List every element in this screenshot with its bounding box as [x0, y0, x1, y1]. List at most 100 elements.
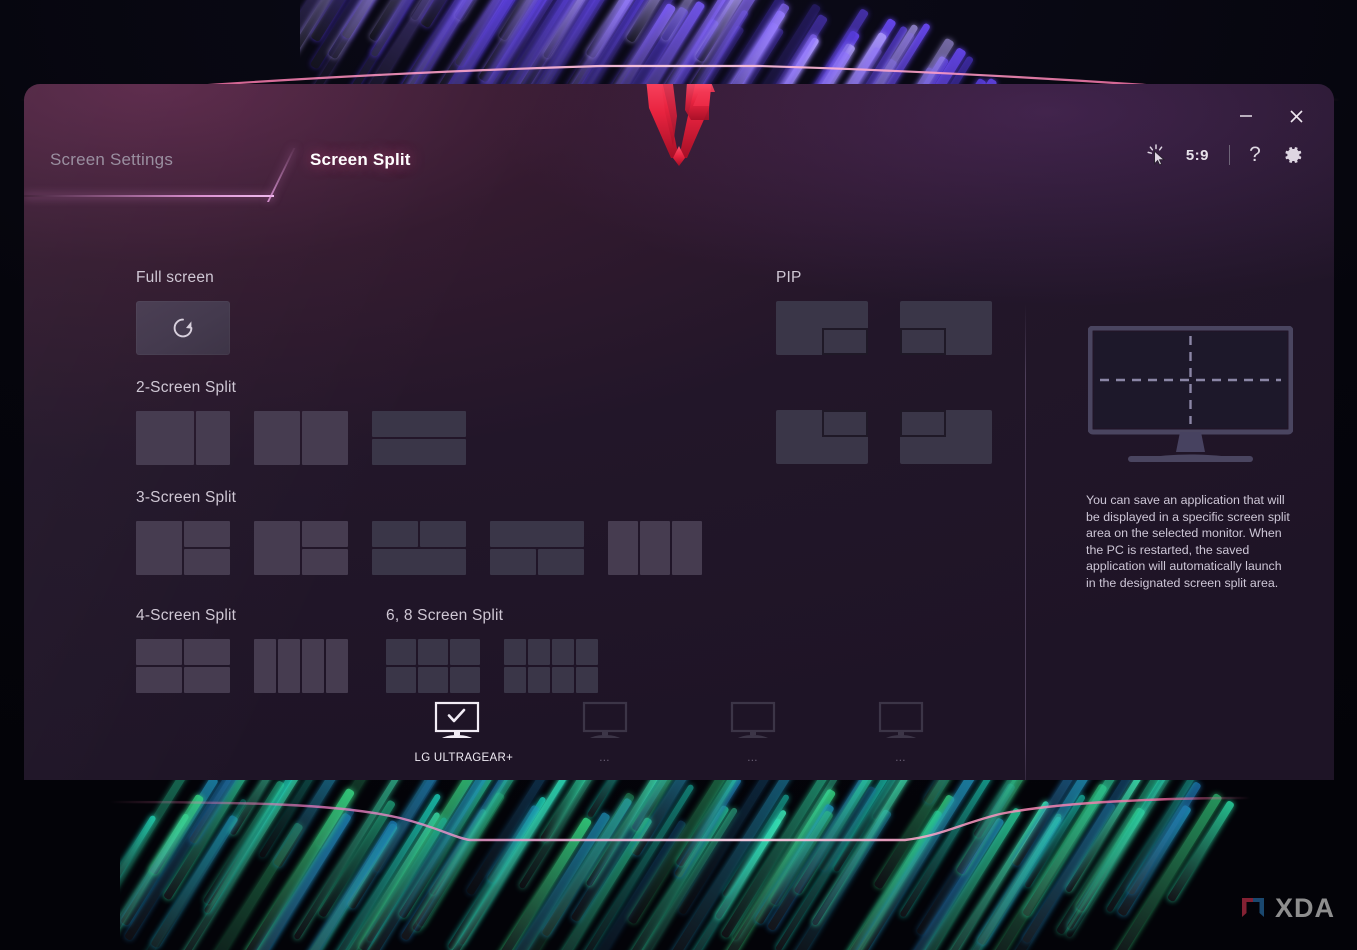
split-cell	[136, 521, 182, 575]
header-tools: 5:9 ?	[1138, 138, 1312, 172]
pip-inset	[822, 328, 868, 355]
split-cell	[552, 667, 574, 693]
split-option-6-grid[interactable]	[386, 639, 480, 693]
split-cell	[196, 411, 230, 465]
monitor-icon	[730, 701, 775, 738]
split-option-3-right-stacked[interactable]	[254, 521, 348, 575]
tools-divider	[1229, 145, 1230, 165]
pip-inset	[900, 328, 946, 355]
three-screen-split-label: 3-Screen Split	[136, 489, 237, 506]
split-cell	[608, 521, 638, 575]
right-info-panel: You can save an application that will be…	[1086, 325, 1318, 592]
split-cell	[254, 411, 300, 465]
split-cell	[504, 667, 526, 693]
lg-ultragear-logo	[615, 84, 743, 166]
close-button[interactable]	[1281, 101, 1311, 131]
split-cell	[386, 667, 416, 693]
split-option-3-columns[interactable]	[608, 521, 702, 575]
pip-inset	[900, 410, 946, 437]
pip-inset	[822, 410, 868, 437]
tab-screen-settings[interactable]: Screen Settings	[50, 150, 173, 170]
split-cell	[490, 549, 536, 575]
split-cell	[672, 521, 702, 575]
split-option-2-vertical-50-50[interactable]	[254, 411, 348, 465]
pip-option-bottom-right[interactable]	[776, 301, 868, 355]
monitor-selector-item-3[interactable]: ...	[859, 701, 943, 764]
settings-button[interactable]	[1274, 138, 1312, 172]
xda-wordmark: XDA	[1274, 893, 1335, 923]
split-cell	[254, 639, 276, 693]
monitor-selector-label: ...	[599, 752, 610, 764]
monitor-selector-item-1[interactable]: ...	[563, 701, 647, 764]
split-option-3-bottom-halves[interactable]	[490, 521, 584, 575]
wallpaper-streaks-bottom	[120, 760, 1260, 950]
full-screen-label: Full screen	[136, 269, 215, 286]
split-option-4-columns[interactable]	[254, 639, 348, 693]
app-screenshot: Screen Settings Screen Split 5:9 ? Full …	[0, 0, 1357, 950]
xda-bracket-icon	[1241, 897, 1264, 917]
split-cell	[576, 667, 598, 693]
split-cell	[136, 667, 182, 693]
tab-screen-split[interactable]: Screen Split	[310, 150, 411, 170]
split-cell	[528, 639, 550, 665]
four-screen-split-label: 4-Screen Split	[136, 607, 237, 624]
pip-label: PIP	[776, 269, 802, 286]
full-screen-restore-button[interactable]	[136, 301, 230, 355]
section-full-screen: Full screen	[136, 269, 230, 355]
gear-icon	[1285, 147, 1302, 163]
monitor-icon	[582, 701, 627, 738]
split-cell	[420, 521, 466, 547]
monitor-split-preview	[1087, 325, 1294, 466]
split-cell	[576, 639, 598, 665]
restore-refresh-icon	[173, 318, 193, 338]
pip-option-top-right[interactable]	[776, 410, 868, 464]
split-option-2-horizontal[interactable]	[372, 411, 466, 465]
split-cell	[302, 639, 324, 693]
split-cell	[372, 411, 466, 437]
split-cell	[386, 639, 416, 665]
section-2-screen-split: 2-Screen Split	[136, 379, 466, 465]
split-cell	[372, 439, 466, 465]
monitor-selector-item-0[interactable]: LG ULTRAGEAR+	[414, 701, 514, 764]
split-option-8-grid[interactable]	[504, 639, 598, 693]
split-option-4-grid[interactable]	[136, 639, 230, 693]
tab-underline-diagonal	[267, 148, 296, 202]
pip-option-bottom-left[interactable]	[900, 301, 992, 355]
split-cell	[418, 667, 448, 693]
split-cell	[278, 639, 300, 693]
split-cell	[418, 639, 448, 665]
close-icon	[1289, 109, 1303, 123]
split-cell	[184, 667, 230, 693]
help-button[interactable]: ?	[1236, 138, 1274, 172]
monitor-selector-label: LG ULTRAGEAR+	[414, 752, 514, 764]
tab-screen-settings-label: Screen Settings	[50, 150, 174, 169]
split-cell	[326, 639, 348, 693]
split-cell	[552, 639, 574, 665]
split-cell	[136, 639, 182, 665]
split-cell	[490, 521, 584, 547]
split-option-3-top-halves[interactable]	[372, 521, 466, 575]
split-cell	[184, 639, 230, 665]
section-pip: PIP	[776, 269, 992, 464]
split-option-3-left-stacked[interactable]	[136, 521, 230, 575]
minimize-icon	[1240, 115, 1252, 117]
split-cell	[372, 521, 418, 547]
pip-option-top-left[interactable]	[900, 410, 992, 464]
cursor-click-icon[interactable]	[1138, 138, 1176, 172]
monitor-selector-item-2[interactable]: ...	[711, 701, 795, 764]
section-6-8-screen-split: 6, 8 Screen Split	[386, 607, 598, 693]
split-cell	[538, 549, 584, 575]
minimize-button[interactable]	[1231, 101, 1261, 131]
split-cell	[450, 639, 480, 665]
split-cell	[302, 549, 348, 575]
monitor-selector-label: ...	[895, 752, 906, 764]
split-cell	[184, 521, 230, 547]
monitor-icon	[878, 701, 923, 738]
split-cell	[254, 521, 300, 575]
lg-ultragear-control-window: Screen Settings Screen Split 5:9 ? Full …	[24, 84, 1334, 780]
tab-underline	[24, 195, 274, 197]
aspect-ratio-label[interactable]: 5:9	[1176, 147, 1223, 164]
window-titlebar: Screen Settings Screen Split 5:9 ?	[24, 84, 1334, 202]
split-option-2-vertical-70-30[interactable]	[136, 411, 230, 465]
split-cell	[302, 411, 348, 465]
